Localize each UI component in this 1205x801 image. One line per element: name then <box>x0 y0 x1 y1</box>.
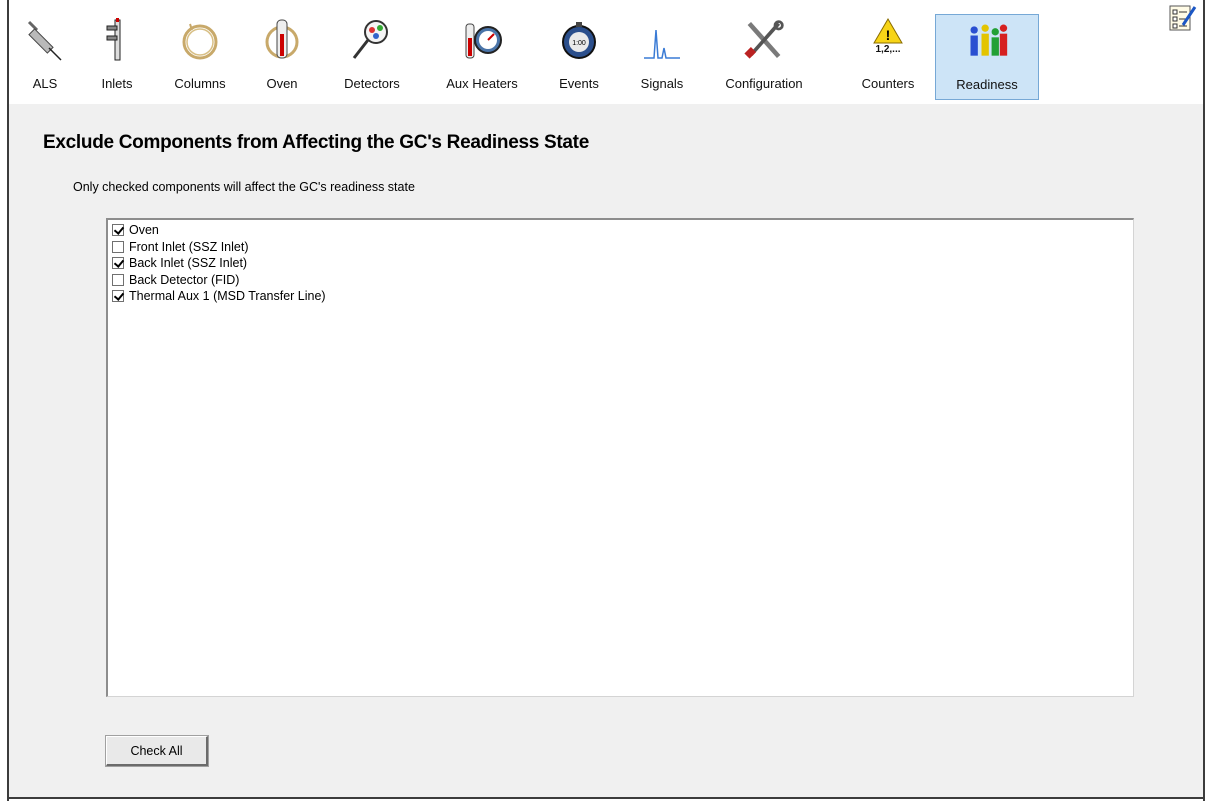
tab-inlets[interactable]: Inlets <box>91 14 143 100</box>
inlet-icon <box>95 16 139 64</box>
readiness-panel: Exclude Components from Affecting the GC… <box>9 104 1203 797</box>
toolbar: ALS Inlets Columns Oven Detectors Aux He… <box>9 0 1203 104</box>
list-item-thermal-aux-1[interactable]: Thermal Aux 1 (MSD Transfer Line) <box>108 288 1133 305</box>
list-item-oven[interactable]: Oven <box>108 222 1133 239</box>
list-item-label: Front Inlet (SSZ Inlet) <box>129 239 249 254</box>
tab-label: Counters <box>861 76 915 91</box>
tab-columns[interactable]: Columns <box>169 14 231 100</box>
tab-label: Events <box>559 76 599 91</box>
components-checklist[interactable]: Oven Front Inlet (SSZ Inlet) Back Inlet … <box>106 218 1134 697</box>
tab-oven[interactable]: Oven <box>257 14 307 100</box>
checkbox-back-detector[interactable] <box>112 273 124 286</box>
checkbox-front-inlet[interactable] <box>112 240 124 253</box>
stopwatch-icon: 1:00 <box>557 16 601 64</box>
tools-icon <box>742 16 786 64</box>
tab-signals[interactable]: Signals <box>633 14 691 100</box>
signal-peak-icon <box>640 16 684 64</box>
tab-label: Aux Heaters <box>446 76 518 91</box>
panel-subtitle: Only checked components will affect the … <box>73 180 415 194</box>
window-frame: ALS Inlets Columns Oven Detectors Aux He… <box>7 0 1205 801</box>
tab-label: ALS <box>32 76 58 91</box>
page-title: Exclude Components from Affecting the GC… <box>43 132 589 153</box>
warning-counter-icon: ! <box>866 16 910 64</box>
list-item-label: Back Detector (FID) <box>129 272 240 287</box>
checklist-icon[interactable] <box>1167 3 1197 33</box>
list-item-back-inlet[interactable]: Back Inlet (SSZ Inlet) <box>108 255 1133 272</box>
tab-detectors[interactable]: Detectors <box>335 14 409 100</box>
tab-label: Oven <box>266 76 298 91</box>
tab-label: Columns <box>174 76 226 91</box>
syringe-icon <box>23 16 67 64</box>
svg-text:!: ! <box>886 27 891 43</box>
checkbox-back-inlet[interactable] <box>112 257 124 270</box>
tab-configuration[interactable]: Configuration <box>707 14 821 100</box>
list-item-label: Thermal Aux 1 (MSD Transfer Line) <box>129 289 326 304</box>
list-item-label: Back Inlet (SSZ Inlet) <box>129 256 248 271</box>
tab-events[interactable]: 1:00 Events <box>553 14 605 100</box>
tab-label: Configuration <box>725 76 803 91</box>
tab-aux-heaters[interactable]: Aux Heaters <box>437 14 527 100</box>
oven-thermometer-icon <box>260 16 304 64</box>
tab-label: Detectors <box>344 76 400 91</box>
detector-magnifier-icon <box>350 16 394 64</box>
tab-als[interactable]: ALS <box>19 14 71 100</box>
tab-counters[interactable]: ! 1,2,... Counters <box>849 14 927 100</box>
list-item-back-detector[interactable]: Back Detector (FID) <box>108 272 1133 289</box>
checkbox-thermal-aux-1[interactable] <box>112 290 124 303</box>
svg-text:1:00: 1:00 <box>572 40 586 47</box>
bottom-border <box>9 797 1203 799</box>
readiness-people-icon <box>965 17 1009 65</box>
tab-label: Inlets <box>101 76 133 91</box>
list-item-front-inlet[interactable]: Front Inlet (SSZ Inlet) <box>108 239 1133 256</box>
gauge-icon <box>460 16 504 64</box>
check-all-button[interactable]: Check All <box>105 735 209 767</box>
tab-label: Readiness <box>956 77 1018 92</box>
counter-text: 1,2,... <box>875 44 901 55</box>
list-item-label: Oven <box>129 223 159 238</box>
column-coil-icon <box>178 16 222 64</box>
tab-label: Signals <box>640 76 684 91</box>
checkbox-oven[interactable] <box>112 224 124 237</box>
tab-readiness[interactable]: Readiness <box>935 14 1039 100</box>
